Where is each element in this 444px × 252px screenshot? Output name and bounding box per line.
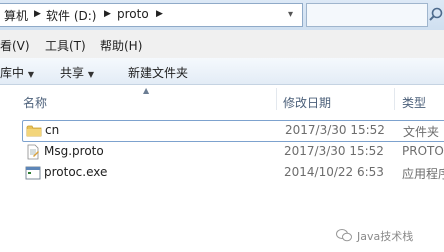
folder-icon (26, 123, 42, 139)
watermark-text: Java技术栈 (357, 230, 414, 243)
exe-file-icon (25, 165, 41, 181)
address-dropdown-icon[interactable]: ▾ (288, 9, 300, 25)
column-header-type[interactable]: 类型 (402, 94, 426, 111)
menu-view[interactable]: 看(V) (0, 37, 30, 54)
search-icon[interactable] (428, 5, 444, 23)
menu-help[interactable]: 帮助(H) (100, 37, 142, 54)
file-type: 文件夹 (403, 125, 440, 139)
breadcrumb-separator-icon[interactable]: ▶ (156, 9, 163, 19)
share-button[interactable]: 共享 ▼ (60, 64, 94, 81)
file-date: 2017/3/30 15:52 (285, 123, 385, 137)
share-label: 共享 (60, 66, 85, 80)
breadcrumb-computer[interactable]: 算机 (4, 7, 28, 24)
text-file-icon (25, 144, 41, 160)
file-type: 应用程序 (402, 167, 444, 181)
column-divider[interactable] (394, 88, 395, 110)
breadcrumb-folder[interactable]: proto (117, 7, 149, 21)
search-input[interactable] (306, 3, 428, 27)
wechat-icon (336, 228, 352, 242)
file-date: 2014/10/22 6:53 (284, 165, 384, 179)
file-name: cn (45, 123, 60, 137)
menu-bar: 看(V) 工具(T) 帮助(H) (0, 30, 444, 59)
column-headers: 名称 修改日期 类型 (0, 86, 444, 114)
list-item[interactable]: Msg.proto 2017/3/30 15:52 PROTO (22, 142, 444, 162)
chevron-down-icon: ▼ (87, 70, 94, 79)
list-item[interactable]: protoc.exe 2014/10/22 6:53 应用程序 (22, 163, 444, 183)
breadcrumb-separator-icon[interactable]: ▶ (34, 9, 41, 19)
file-type: PROTO (402, 144, 444, 158)
breadcrumb-drive[interactable]: 软件 (D:) (46, 7, 96, 24)
toolbar: 库中 ▼ 共享 ▼ 新建文件夹 (0, 58, 444, 85)
breadcrumb-separator-icon[interactable]: ▶ (104, 9, 111, 19)
file-date: 2017/3/30 15:52 (284, 144, 384, 158)
file-name: Msg.proto (44, 144, 104, 158)
menu-tools[interactable]: 工具(T) (45, 37, 86, 54)
include-in-library-button[interactable]: 库中 ▼ (0, 64, 34, 81)
column-header-date[interactable]: 修改日期 (283, 94, 331, 111)
chevron-down-icon: ▼ (27, 70, 34, 79)
address-bar: 算机 ▶ 软件 (D:) ▶ proto ▶ ▾ (0, 0, 444, 31)
column-header-name[interactable]: 名称 (23, 94, 47, 111)
include-in-library-label: 库中 (0, 66, 25, 80)
breadcrumb[interactable]: 算机 ▶ 软件 (D:) ▶ proto ▶ ▾ (0, 3, 303, 27)
column-divider[interactable] (276, 88, 277, 110)
new-folder-button[interactable]: 新建文件夹 (128, 64, 188, 81)
list-item[interactable]: cn 2017/3/30 15:52 文件夹 (22, 120, 444, 142)
file-name: protoc.exe (44, 165, 108, 179)
